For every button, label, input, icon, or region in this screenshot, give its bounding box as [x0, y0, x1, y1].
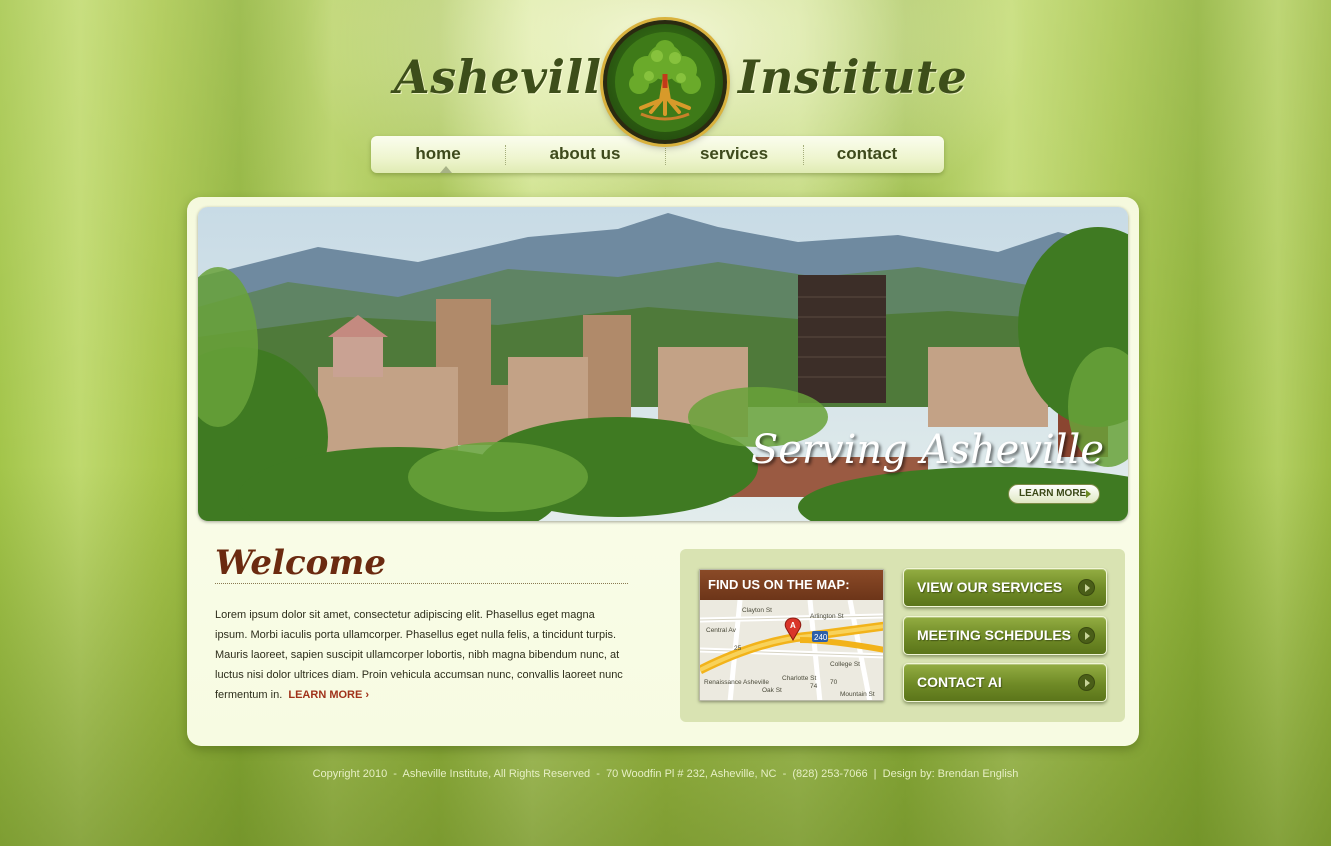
city-skyline-image — [198, 207, 1128, 521]
contact-ai-label: CONTACT AI — [917, 674, 1002, 690]
arrow-right-circle-icon — [1078, 627, 1095, 644]
arrow-right-circle-icon — [1078, 674, 1095, 691]
meeting-schedules-label: MEETING SCHEDULES — [917, 627, 1072, 643]
map-label: 25 — [734, 645, 742, 652]
meeting-schedules-button[interactable]: MEETING SCHEDULES — [903, 616, 1107, 655]
logo-text-left: Asheville — [394, 50, 632, 104]
nav-item-services[interactable]: services — [665, 136, 803, 173]
map-label: Renaissance Asheville — [704, 679, 769, 686]
contact-ai-button[interactable]: CONTACT AI — [903, 663, 1107, 702]
arrow-right-icon — [1086, 490, 1091, 498]
tree-emblem-graphic — [615, 32, 715, 132]
welcome-learn-more-link[interactable]: LEARN MORE › — [285, 689, 369, 701]
welcome-divider — [215, 583, 628, 584]
tree-of-life-icon[interactable] — [603, 20, 727, 144]
active-nav-indicator-icon — [440, 166, 452, 173]
hero-banner: Serving Asheville LEARN MORE — [198, 207, 1128, 521]
map-label: 70 — [830, 679, 838, 686]
map-label: Oak St — [762, 687, 782, 694]
map-label: College St — [830, 661, 860, 668]
map-header: FIND US ON THE MAP: — [700, 570, 883, 600]
view-our-services-button[interactable]: VIEW OUR SERVICES — [903, 568, 1107, 607]
map-label: Central Av — [706, 627, 737, 634]
footer-text: Copyright 2010 - Asheville Institute, Al… — [312, 768, 1019, 780]
welcome-learn-more-label: LEARN MORE — [288, 689, 363, 701]
nav-item-home[interactable]: home — [371, 136, 505, 173]
chevron-right-icon: › — [365, 689, 370, 701]
nav-item-about-us[interactable]: about us — [505, 136, 665, 173]
view-our-services-label: VIEW OUR SERVICES — [917, 579, 1063, 595]
banner-learn-more-button[interactable]: LEARN MORE — [1008, 484, 1100, 504]
map-label: Charlotte St — [782, 675, 817, 682]
map-label: Arlington St — [810, 613, 844, 620]
welcome-body-text: Lorem ipsum dolor sit amet, consectetur … — [215, 609, 623, 701]
map-label: 74 — [810, 683, 818, 690]
map-label: Mountain St — [840, 691, 875, 698]
map-label: Clayton St — [742, 607, 772, 614]
map-widget[interactable]: 240 A Clayton St Arlington St Central Av… — [699, 569, 884, 701]
welcome-heading: Welcome — [215, 543, 386, 583]
arrow-right-circle-icon — [1078, 579, 1095, 596]
map-label-240: 240 — [814, 633, 828, 642]
map-marker-label: A — [790, 621, 796, 630]
banner-learn-more-label: LEARN MORE — [1019, 488, 1087, 499]
nav-item-contact[interactable]: contact — [803, 136, 931, 173]
logo-text-right: Institute — [738, 50, 968, 104]
welcome-paragraph: Lorem ipsum dolor sit amet, consectetur … — [215, 605, 625, 705]
banner-title: Serving Asheville — [750, 427, 1104, 473]
